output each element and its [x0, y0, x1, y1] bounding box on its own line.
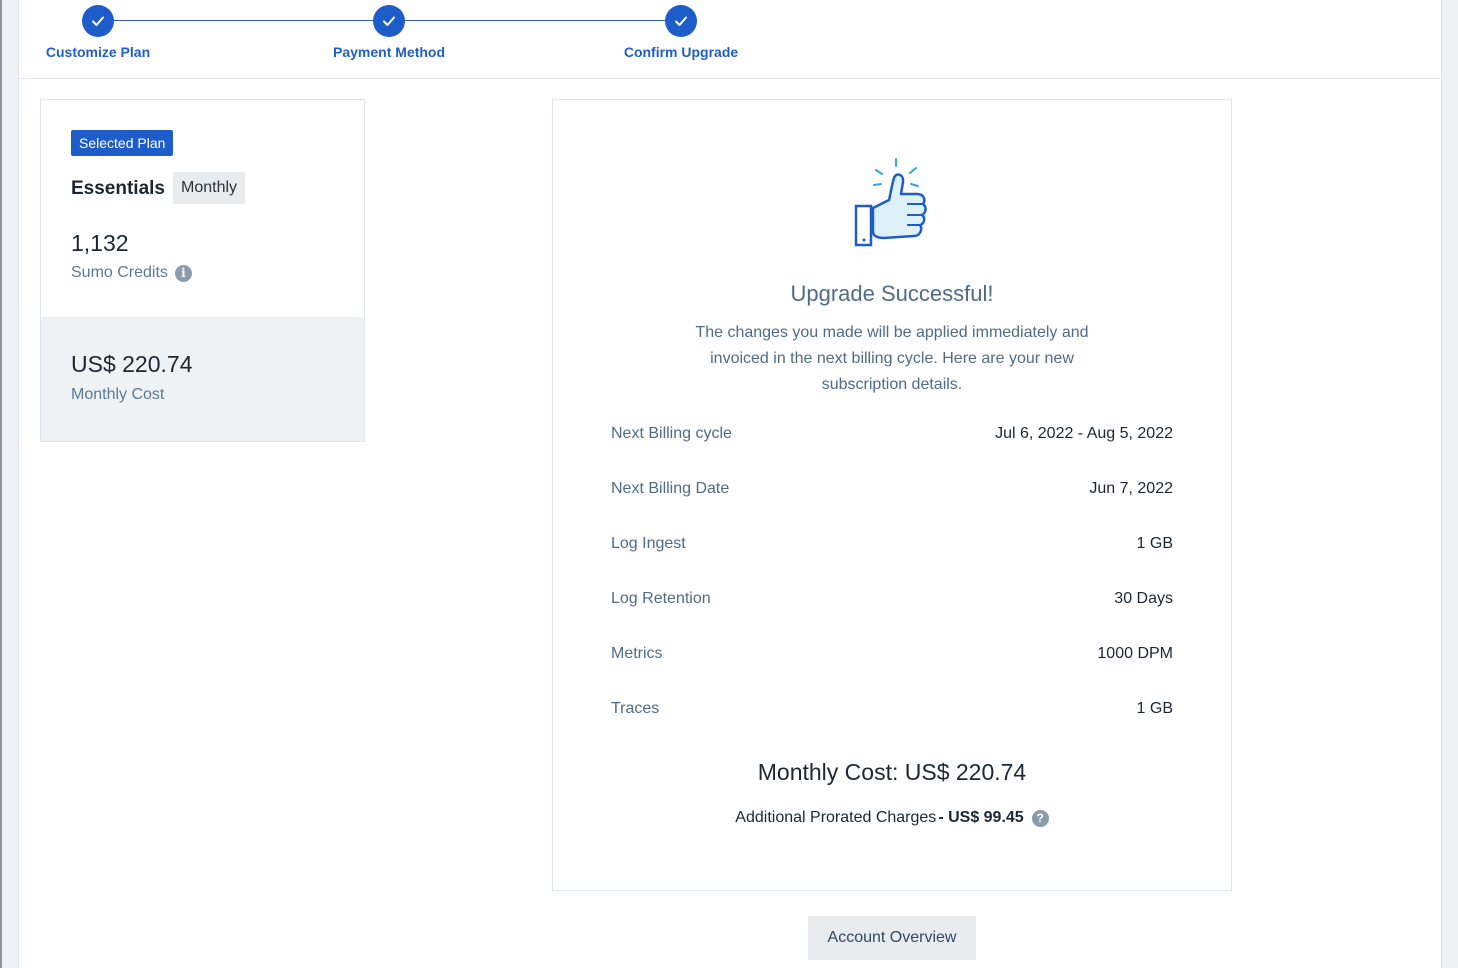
window-edge — [0, 0, 2, 968]
detail-label: Log Retention — [611, 590, 711, 607]
question-icon[interactable]: ? — [1031, 809, 1049, 827]
upgrade-success-card: Upgrade Successful! The changes you made… — [552, 99, 1232, 891]
plan-name: Essentials — [71, 178, 165, 199]
step-customize-plan-label[interactable]: Customize Plan — [46, 44, 150, 60]
detail-value: 1000 DPM — [1097, 645, 1173, 662]
detail-value: 1 GB — [1136, 535, 1173, 552]
account-overview-button[interactable]: Account Overview — [808, 916, 976, 960]
step-customize-plan-icon — [82, 5, 114, 37]
checkmark-icon — [92, 16, 104, 26]
success-title: Upgrade Successful! — [790, 281, 994, 306]
detail-row-next-billing-cycle: Next Billing cycle Jul 6, 2022 - Aug 5, … — [611, 425, 1173, 443]
stepper-connector — [113, 20, 375, 21]
checkmark-icon — [675, 16, 687, 26]
monthly-cost-label: Monthly Cost — [71, 386, 165, 403]
monthly-cost-total: Monthly Cost: US$ 220.74 — [757, 759, 1027, 785]
detail-row-traces: Traces 1 GB — [611, 700, 1173, 718]
detail-value: Jul 6, 2022 - Aug 5, 2022 — [995, 425, 1173, 442]
prorated-charges-row: Additional Prorated Charges - US$ 99.45 … — [553, 809, 1231, 827]
progress-stepper: Customize Plan Payment Method Confirm Up… — [19, 0, 1441, 79]
detail-label: Next Billing Date — [611, 480, 730, 497]
info-icon[interactable]: i — [174, 264, 192, 282]
selected-plan-badge: Selected Plan — [71, 130, 174, 156]
detail-row-log-ingest: Log Ingest 1 GB — [611, 535, 1173, 553]
thumbs-up-icon — [854, 158, 927, 247]
step-confirm-upgrade-icon — [665, 5, 697, 37]
credits-label-row: Sumo Credits i — [71, 264, 192, 282]
detail-label: Metrics — [611, 645, 663, 662]
selected-plan-card: Selected Plan Essentials Monthly 1,132 S… — [40, 99, 365, 442]
upgrade-page: Customize Plan Payment Method Confirm Up… — [18, 0, 1442, 968]
detail-label: Next Billing cycle — [611, 425, 732, 442]
checkmark-icon — [383, 16, 395, 26]
detail-value: 1 GB — [1136, 700, 1173, 717]
stepper-connector — [405, 20, 665, 21]
step-payment-method-icon — [373, 5, 405, 37]
detail-value: 30 Days — [1114, 590, 1173, 607]
credits-value: 1,132 — [71, 230, 129, 256]
step-confirm-upgrade-label[interactable]: Confirm Upgrade — [624, 44, 738, 60]
success-message: The changes you made will be applied imm… — [695, 324, 1089, 393]
monthly-cost-value: US$ 220.74 — [71, 351, 193, 377]
prorated-charges-value: - US$ 99.45 — [938, 809, 1024, 826]
plan-cost-panel: US$ 220.74 Monthly Cost — [41, 317, 364, 441]
credits-label: Sumo Credits — [71, 264, 168, 281]
detail-label: Log Ingest — [611, 535, 686, 552]
detail-value: Jun 7, 2022 — [1089, 480, 1173, 497]
step-payment-method-label[interactable]: Payment Method — [333, 44, 445, 60]
detail-row-next-billing-date: Next Billing Date Jun 7, 2022 — [611, 480, 1173, 498]
detail-label: Traces — [611, 700, 660, 717]
prorated-charges-label: Additional Prorated Charges — [735, 809, 937, 826]
detail-row-log-retention: Log Retention 30 Days — [611, 590, 1173, 608]
billing-period-tag: Monthly — [173, 172, 246, 204]
detail-row-metrics: Metrics 1000 DPM — [611, 645, 1173, 663]
